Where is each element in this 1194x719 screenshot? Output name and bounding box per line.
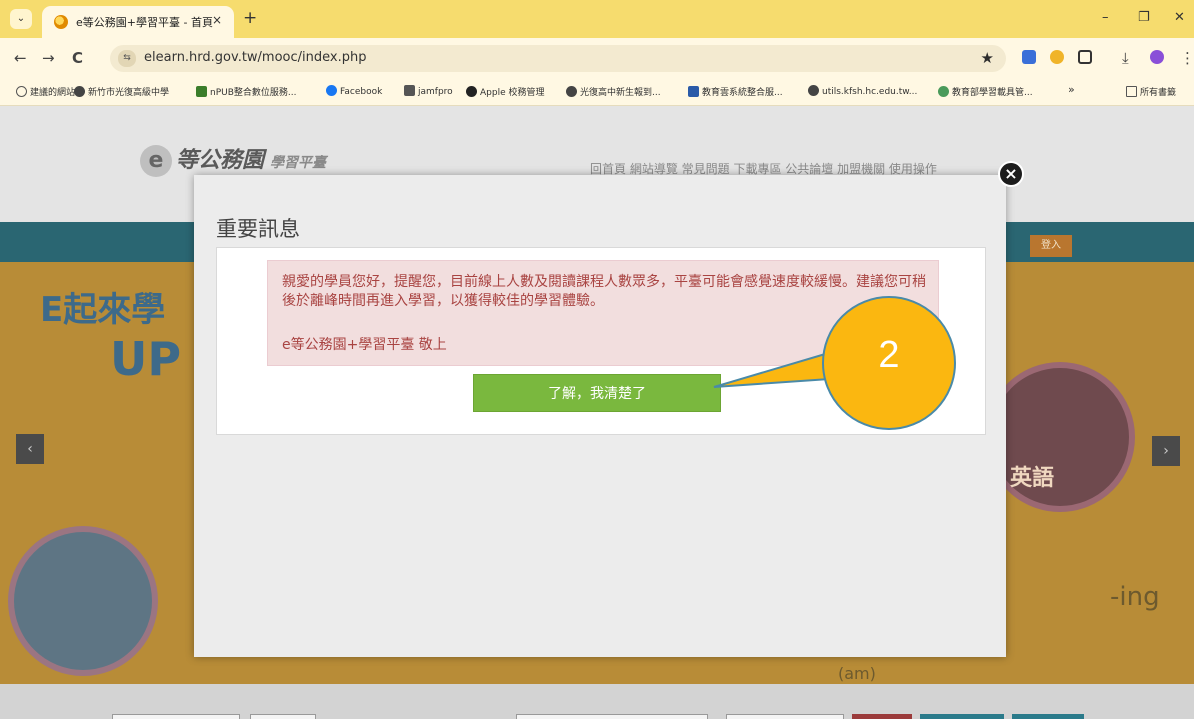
step-number: 2 [878,334,900,376]
step-callout: 2 [822,296,956,430]
callout-pointer [713,350,846,388]
